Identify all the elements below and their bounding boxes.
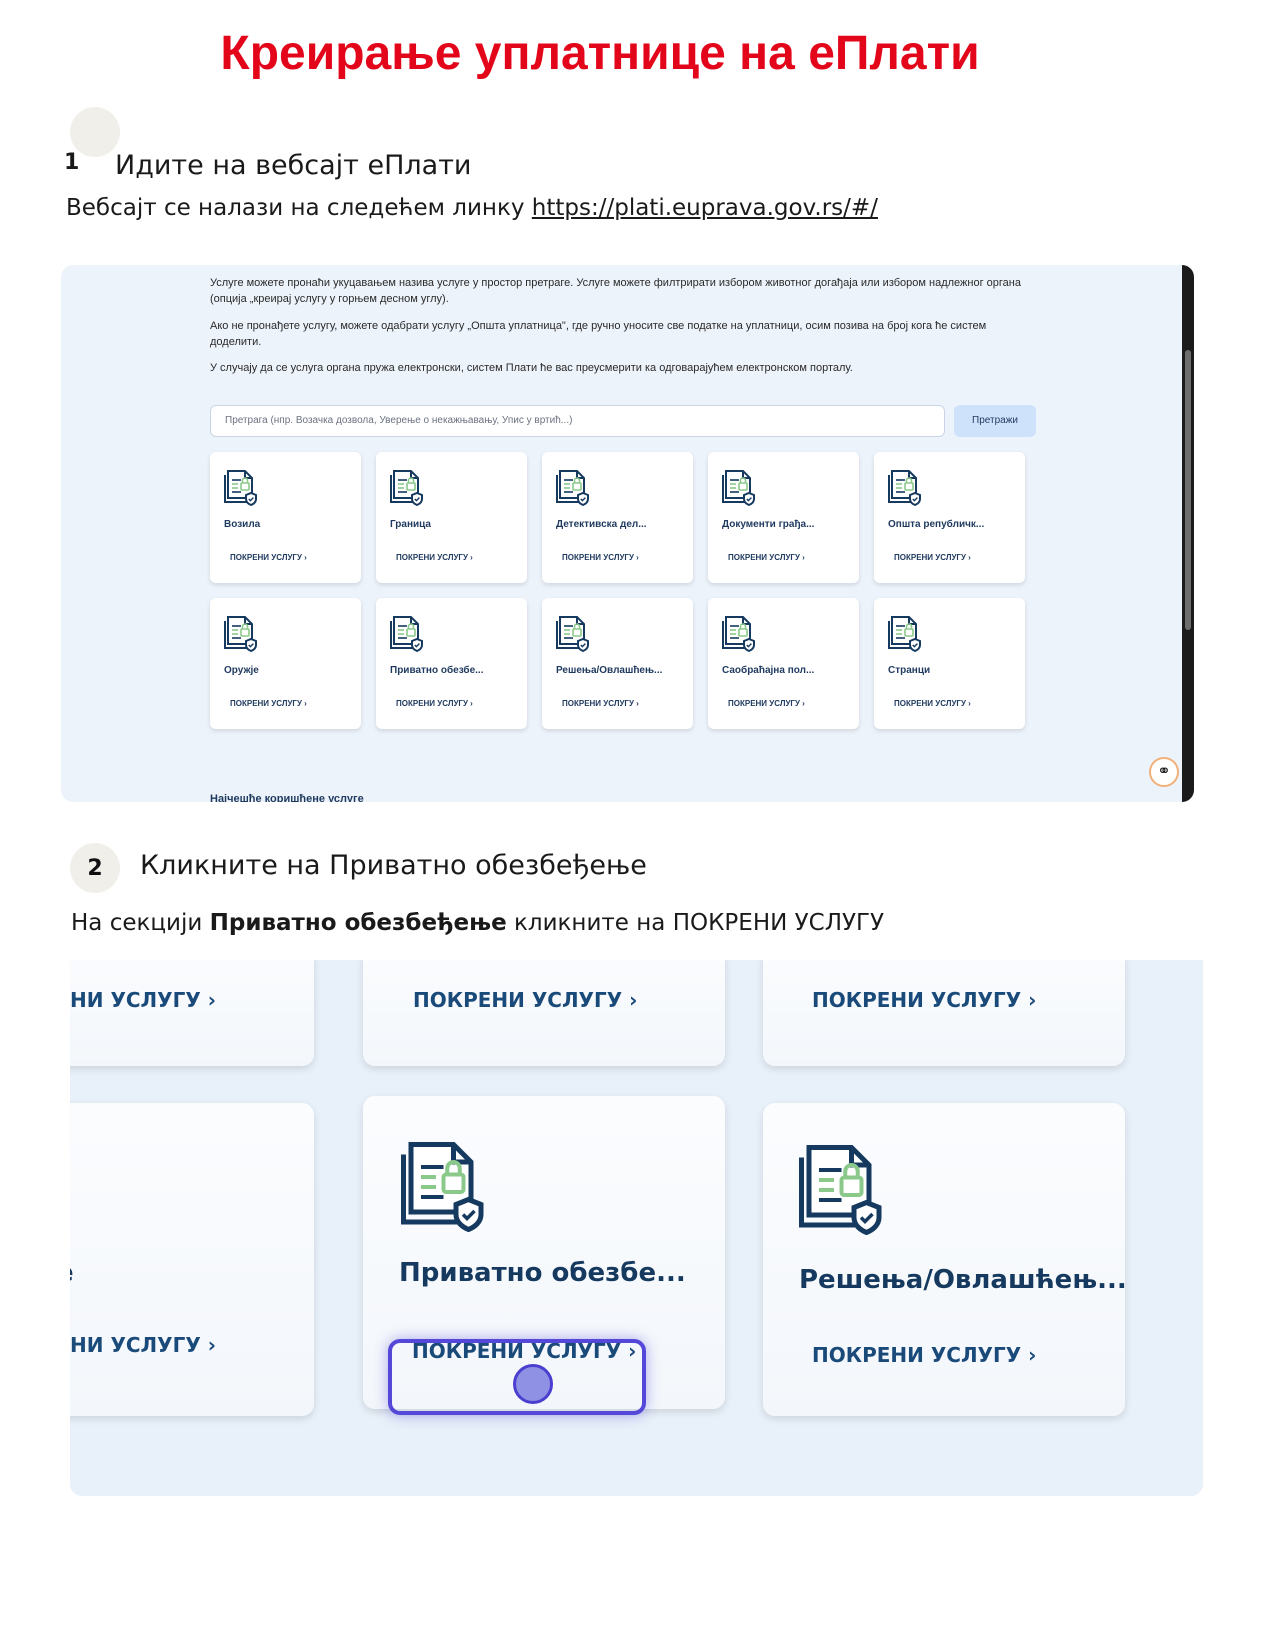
service-card[interactable]: Детективска дел... ПОКРЕНИ УСЛУГУ › [542, 452, 693, 583]
intro-paragraph-2: Ако не пронађете услугу, можете одабрати… [210, 320, 987, 348]
step-2-circle: 2 [70, 843, 120, 893]
page-title: Креирање уплатнице на еПлати [220, 27, 980, 80]
start-service-button[interactable]: ПОКРЕНИ УСЛУГУ › [413, 988, 637, 1012]
service-card-decisions[interactable]: Решења/Овлашћењ... ПОКРЕНИ УСЛУГУ › [763, 1103, 1127, 1416]
service-name: Странци [888, 665, 931, 676]
card-name-fragment: е [70, 1258, 74, 1288]
step-2-desc-suffix: кликните на ПОКРЕНИ УСЛУГУ [506, 910, 885, 936]
step-1-title: Идите на вебсајт еПлати [115, 150, 472, 181]
service-card[interactable]: Граница ПОКРЕНИ УСЛУГУ › [376, 452, 527, 583]
search-button[interactable]: Претражи [954, 405, 1036, 437]
step-2-title: Кликните на Приватно обезбеђење [140, 850, 647, 881]
service-name: Решења/Овлашћењ... [556, 665, 663, 676]
document-lock-icon [888, 616, 921, 652]
scrollbar[interactable] [1182, 265, 1194, 802]
start-service-button[interactable]: НИ УСЛУГУ › [70, 1333, 216, 1357]
service-card[interactable]: Странци ПОКРЕНИ УСЛУГУ › [874, 598, 1025, 729]
start-service-button[interactable]: ПОКРЕНИ УСЛУГУ › [812, 1343, 1036, 1367]
document-lock-icon [224, 470, 257, 506]
service-card-top-left[interactable]: НИ УСЛУГУ › [70, 960, 314, 1066]
card-name-decisions: Решења/Овлашћењ... [799, 1265, 1127, 1295]
screenshot-zoomed-cards: НИ УСЛУГУ › ПОКРЕНИ УСЛУГУ › ПОКРЕНИ УСЛ… [70, 960, 1203, 1496]
eplati-link[interactable]: https://plati.euprava.gov.rs/#/ [532, 195, 878, 221]
service-name: Возила [224, 519, 261, 530]
card-name-private-security: Приватно обезбе... [399, 1258, 686, 1288]
document-lock-icon [799, 1145, 882, 1235]
scrollbar-thumb[interactable] [1185, 350, 1191, 630]
service-card-top-right[interactable]: ПОКРЕНИ УСЛУГУ › [763, 960, 1125, 1066]
service-name: Документи грађа... [722, 519, 815, 530]
service-card[interactable]: Оружје ПОКРЕНИ УСЛУГУ › [210, 598, 361, 729]
document-lock-icon [224, 616, 257, 652]
start-service-button[interactable]: ПОКРЕНИ УСЛУГУ › [894, 699, 971, 708]
start-service-button[interactable]: ПОКРЕНИ УСЛУГУ › [562, 553, 639, 562]
service-card[interactable]: Решења/Овлашћењ... ПОКРЕНИ УСЛУГУ › [542, 598, 693, 729]
start-service-button[interactable]: ПОКРЕНИ УСЛУГУ › [812, 988, 1036, 1012]
service-name: Детективска дел... [556, 519, 647, 530]
start-service-button[interactable]: ПОКРЕНИ УСЛУГУ › [396, 699, 473, 708]
document-lock-icon [722, 616, 755, 652]
cursor-click-indicator [513, 1364, 553, 1404]
start-service-button[interactable]: НИ УСЛУГУ › [70, 988, 216, 1012]
section-heading-most-used: Најчешће коришћене услуге [210, 793, 364, 802]
service-name: Општа републичк... [888, 519, 985, 530]
start-service-button[interactable]: ПОКРЕНИ УСЛУГУ › [728, 553, 805, 562]
intro-paragraph-3: У случају да се услуга органа пружа елек… [210, 362, 853, 374]
step-1-number: 1 [64, 150, 80, 175]
step-1-description-text: Вебсајт се налази на следећем линку [66, 195, 532, 221]
document-lock-icon [722, 470, 755, 506]
document-lock-icon [556, 616, 589, 652]
screenshot-services-page: Услуге можете пронаћи укуцавањем назива … [61, 265, 1194, 802]
start-service-button[interactable]: ПОКРЕНИ УСЛУГУ › [230, 699, 307, 708]
step-1-description: Вебсајт се налази на следећем линку http… [66, 195, 878, 221]
intro-paragraph-1: Услуге можете пронаћи укуцавањем назива … [210, 277, 1021, 305]
service-card-top-middle[interactable]: ПОКРЕНИ УСЛУГУ › [363, 960, 725, 1066]
start-service-button[interactable]: ПОКРЕНИ УСЛУГУ › [562, 699, 639, 708]
service-name: Граница [390, 519, 431, 530]
document-lock-icon [401, 1142, 484, 1232]
start-service-button[interactable]: ПОКРЕНИ УСЛУГУ › [894, 553, 971, 562]
step-2-desc-prefix: На секцији [71, 910, 210, 936]
document-lock-icon [390, 470, 423, 506]
step-2-desc-bold: Приватно обезбеђење [209, 910, 507, 936]
document-lock-icon [556, 470, 589, 506]
service-name: Оружје [224, 665, 259, 676]
service-name: Саобраћајна пол... [722, 665, 815, 676]
service-card[interactable]: Документи грађа... ПОКРЕНИ УСЛУГУ › [708, 452, 859, 583]
search-input[interactable]: Претрага (нпр. Возачка дозвола, Уверење … [210, 405, 945, 437]
document-lock-icon [888, 470, 921, 506]
service-card[interactable]: Саобраћајна пол... ПОКРЕНИ УСЛУГУ › [708, 598, 859, 729]
service-card[interactable]: Приватно обезбе... ПОКРЕНИ УСЛУГУ › [376, 598, 527, 729]
service-card[interactable]: Општа републичк... ПОКРЕНИ УСЛУГУ › [874, 452, 1025, 583]
start-service-button[interactable]: ПОКРЕНИ УСЛУГУ › [728, 699, 805, 708]
service-name: Приватно обезбе... [390, 665, 484, 676]
start-service-button[interactable]: ПОКРЕНИ УСЛУГУ › [396, 553, 473, 562]
step-2-description: На секцији Приватно обезбеђење кликните … [71, 910, 884, 936]
service-card-bottom-left[interactable]: ) е НИ УСЛУГУ › [70, 1103, 314, 1416]
service-card[interactable]: Возила ПОКРЕНИ УСЛУГУ › [210, 452, 361, 583]
link-icon[interactable]: ⚭ [1149, 757, 1179, 787]
document-lock-icon [390, 616, 423, 652]
start-service-button[interactable]: ПОКРЕНИ УСЛУГУ › [230, 553, 307, 562]
